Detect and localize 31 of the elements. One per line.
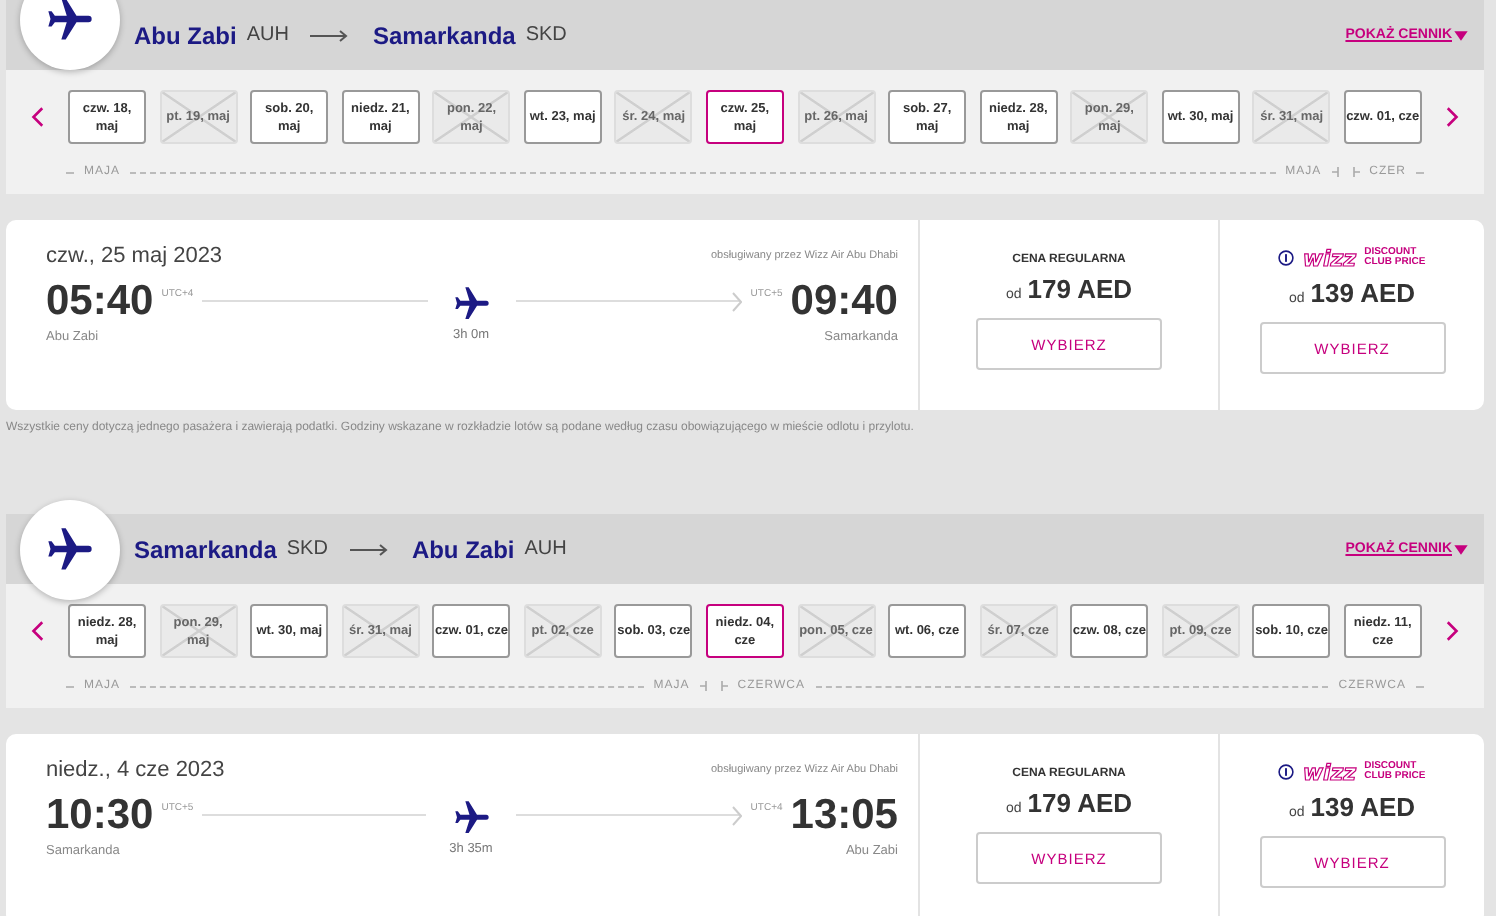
- airplane-icon: [451, 284, 491, 324]
- airplane-icon: [20, 499, 120, 599]
- departure-time: 10:30: [46, 791, 154, 839]
- destination-code: SKD: [525, 24, 567, 46]
- origin-city: Abu Zabi: [134, 21, 237, 49]
- origin-code: SKD: [286, 538, 328, 560]
- price-text: 179 AED: [1027, 788, 1133, 818]
- price-text: 139 AED: [1310, 792, 1416, 822]
- arrival-time: 09:40: [790, 277, 898, 325]
- airplane-icon: [451, 798, 491, 838]
- origin-code: AUH: [246, 24, 289, 46]
- chevron-icon: [732, 291, 743, 311]
- arrow-icon: [349, 543, 390, 555]
- destination-city: Abu Zabi: [411, 535, 515, 563]
- caret-icon: [1454, 543, 1468, 555]
- flight-date: czw., 25 maj 2023: [46, 244, 223, 268]
- info-icon: [1278, 764, 1295, 780]
- departure-time: 05:40: [46, 277, 154, 325]
- caret-icon: [1454, 29, 1468, 41]
- arrow-icon: [310, 29, 351, 41]
- chevron-icon: [732, 805, 743, 825]
- flight-date: niedz., 4 cze 2023: [46, 758, 225, 782]
- arrival-time: 13:05: [790, 791, 898, 839]
- club-logo: wizz: [1302, 759, 1357, 785]
- club-logo: wizz: [1302, 245, 1357, 271]
- destination-code: AUH: [524, 538, 567, 560]
- price-text: 179 AED: [1027, 274, 1133, 304]
- origin-city: Samarkanda: [134, 535, 277, 563]
- price-text: 139 AED: [1310, 278, 1416, 308]
- destination-city: Samarkanda: [372, 21, 516, 49]
- info-icon: [1278, 250, 1295, 266]
